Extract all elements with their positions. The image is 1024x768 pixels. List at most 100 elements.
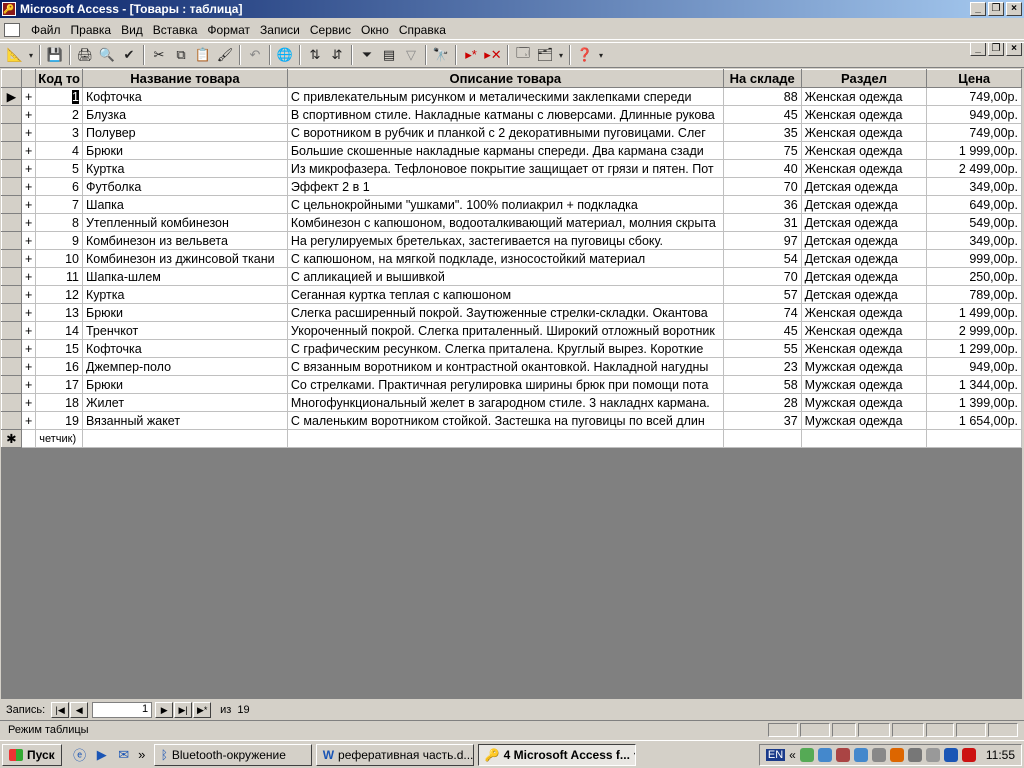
row-selector[interactable] — [1, 411, 22, 430]
cell-description[interactable]: Из микрофазера. Тефлоновое покрытие защи… — [286, 159, 724, 178]
network-icon[interactable] — [817, 748, 832, 762]
cell-id[interactable]: 10 — [35, 249, 83, 268]
cell-description[interactable]: С воротником в рубчик и планкой с 2 деко… — [286, 123, 724, 142]
task-bluetooth[interactable]: ᛒ Bluetooth-окружение — [153, 743, 312, 766]
cell-section[interactable]: Детская одежда — [800, 267, 928, 286]
expand-subdatasheet-icon[interactable]: + — [20, 303, 37, 322]
cell-price[interactable]: 349,00р. — [926, 177, 1022, 196]
language-indicator[interactable]: EN — [765, 749, 786, 761]
expand-subdatasheet-icon[interactable]: + — [20, 105, 37, 124]
sort-ascending-icon[interactable]: ⇅ — [304, 44, 326, 66]
menu-file[interactable]: Файл — [26, 23, 66, 37]
printer-icon[interactable] — [871, 748, 886, 762]
sort-descending-icon[interactable]: ⇵ — [326, 44, 348, 66]
antivirus-icon[interactable] — [889, 748, 904, 762]
menu-records[interactable]: Записи — [255, 23, 305, 37]
cell-description[interactable]: С цельнокройными "ушками". 100% полиакри… — [286, 195, 724, 214]
cut-icon[interactable]: ✂ — [148, 44, 170, 66]
cell-stock[interactable]: 45 — [722, 321, 802, 340]
cell-section[interactable]: Мужская одежда — [800, 411, 928, 430]
cell-price[interactable]: 949,00р. — [926, 357, 1022, 376]
row-selector[interactable] — [1, 375, 22, 394]
cell-section[interactable]: Детская одежда — [800, 177, 928, 196]
cell-id[interactable]: 12 — [35, 285, 83, 304]
cell-id[interactable]: 11 — [35, 267, 83, 286]
row-selector[interactable] — [1, 321, 22, 340]
expand-subdatasheet-icon[interactable]: + — [20, 195, 37, 214]
row-selector[interactable] — [1, 231, 22, 250]
expand-subdatasheet-icon[interactable]: + — [20, 159, 37, 178]
cell-name[interactable]: Брюки — [81, 141, 288, 160]
cell-stock[interactable]: 74 — [722, 303, 802, 322]
cell-id[interactable]: 1 — [35, 87, 83, 106]
cell-name[interactable]: Джемпер-поло — [81, 357, 288, 376]
table-row[interactable]: +9 Комбинезон из вельвета На регулируемых … — [1, 231, 1022, 250]
cell-stock[interactable] — [722, 429, 802, 448]
cell-price[interactable]: 2 499,00р. — [926, 159, 1022, 178]
cell-section[interactable]: Детская одежда — [800, 249, 928, 268]
cell-name[interactable]: Шапка-шлем — [81, 267, 288, 286]
cell-section[interactable]: Женская одежда — [800, 321, 928, 340]
table-row[interactable]: +18 Жилет Многофункциональный желет в зага… — [1, 393, 1022, 412]
cell-description[interactable]: С графическим ресунком. Слегка приталена… — [286, 339, 724, 358]
network-icon[interactable] — [853, 748, 868, 762]
cell-name[interactable]: Полувер — [81, 123, 288, 142]
cell-id[interactable]: 7 — [35, 195, 83, 214]
task-access[interactable]: 🔑 4 Microsoft Access f... ▾ — [477, 743, 636, 766]
cell-price[interactable] — [926, 429, 1022, 448]
hardware-icon[interactable] — [907, 748, 922, 762]
cell-price[interactable]: 1 399,00р. — [926, 393, 1022, 412]
cell-id[interactable]: 5 — [35, 159, 83, 178]
menu-format[interactable]: Формат — [202, 23, 255, 37]
cell-id[interactable]: 4 — [35, 141, 83, 160]
cell-description[interactable]: Многофункциональный желет в загародном с… — [286, 393, 724, 412]
cell-section[interactable] — [800, 429, 928, 448]
col-header-description[interactable]: Описание товара — [286, 69, 724, 88]
dropdown-arrow-icon[interactable]: ▾ — [556, 44, 566, 66]
media-player-icon[interactable]: ▶ — [92, 745, 112, 765]
find-icon[interactable]: 🔭 — [430, 44, 452, 66]
cell-section[interactable]: Женская одежда — [800, 87, 928, 106]
cell-name[interactable]: Тренчкот — [81, 321, 288, 340]
cell-name[interactable]: Футболка — [81, 177, 288, 196]
cell-name[interactable]: Утепленный комбинезон — [81, 213, 288, 232]
cell-price[interactable]: 549,00р. — [926, 213, 1022, 232]
col-header-id[interactable]: Код то — [35, 69, 83, 88]
undo-icon[interactable]: ↶ — [244, 44, 266, 66]
cell-id[interactable]: 13 — [35, 303, 83, 322]
cell-id[interactable]: 14 — [35, 321, 83, 340]
expand-subdatasheet-icon[interactable]: + — [20, 213, 37, 232]
expand-subdatasheet-icon[interactable]: + — [20, 177, 37, 196]
network-disconnected-icon[interactable] — [835, 748, 850, 762]
table-row[interactable]: +3 Полувер С воротником в рубчик и планкой… — [1, 123, 1022, 142]
row-selector[interactable] — [1, 267, 22, 286]
cell-id[interactable]: 8 — [35, 213, 83, 232]
cell-price[interactable]: 1 999,00р. — [926, 141, 1022, 160]
cell-price[interactable]: 250,00р. — [926, 267, 1022, 286]
cell-stock[interactable]: 35 — [722, 123, 802, 142]
cell-section[interactable]: Детская одежда — [800, 231, 928, 250]
table-row[interactable]: +13 Брюки Слегка расширенный покрой. Заутю… — [1, 303, 1022, 322]
cell-name[interactable]: Куртка — [81, 159, 288, 178]
row-selector[interactable] — [1, 159, 22, 178]
cell-stock[interactable]: 70 — [722, 267, 802, 286]
table-row[interactable]: +12 Куртка Сеганная куртка теплая с капюшо… — [1, 285, 1022, 304]
cell-description[interactable]: С апликацией и вышивкой — [286, 267, 724, 286]
expand-subdatasheet-icon[interactable]: + — [20, 339, 37, 358]
cell-stock[interactable]: 88 — [722, 87, 802, 106]
col-header-section[interactable]: Раздел — [800, 69, 928, 88]
cell-id[interactable]: 2 — [35, 105, 83, 124]
dropdown-arrow-icon[interactable]: ▾ — [26, 44, 36, 66]
expand-subdatasheet-icon[interactable]: + — [20, 249, 37, 268]
cell-id[interactable]: 19 — [35, 411, 83, 430]
cell-name[interactable]: Брюки — [81, 375, 288, 394]
new-object-icon[interactable]: 🗂 — [534, 44, 556, 66]
expand-subdatasheet-icon[interactable]: + — [20, 87, 37, 106]
bluetooth-tray-icon[interactable] — [943, 748, 958, 762]
cell-section[interactable]: Женская одежда — [800, 159, 928, 178]
expand-subdatasheet-icon[interactable]: + — [20, 321, 37, 340]
menu-tools[interactable]: Сервис — [305, 23, 356, 37]
cell-description[interactable]: С маленьким воротником стойкой. Застешка… — [286, 411, 724, 430]
row-selector[interactable] — [1, 285, 22, 304]
row-selector[interactable] — [1, 357, 22, 376]
